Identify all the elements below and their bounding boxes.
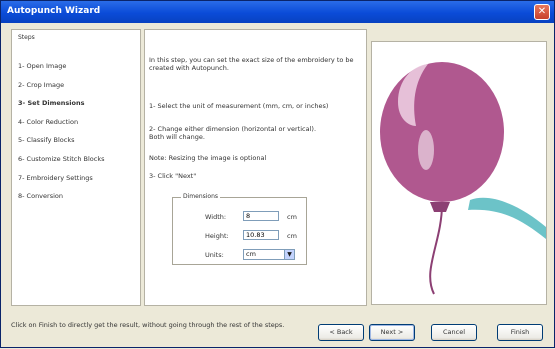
close-icon: ✕ xyxy=(537,6,547,17)
units-label: Units: xyxy=(205,251,224,259)
width-input[interactable]: 8 xyxy=(243,211,279,221)
chevron-down-icon[interactable]: ▼ xyxy=(284,250,294,259)
wizard-window: Autopunch Wizard ✕ Steps 1- Open Image 2… xyxy=(0,0,555,348)
step-item-open-image: 1- Open Image xyxy=(18,62,67,70)
intro-text: In this step, you can set the exact size… xyxy=(149,56,354,72)
footer-hint: Click on Finish to directly get the resu… xyxy=(11,321,285,329)
next-button[interactable]: Next > xyxy=(369,324,415,341)
step-item-embroidery-settings: 7- Embroidery Settings xyxy=(18,173,93,182)
instruction-step-2: 2- Change either dimension (horizontal o… xyxy=(149,125,317,141)
note-text: Note: Resizing the image is optional xyxy=(149,154,267,162)
finish-button[interactable]: Finish xyxy=(497,324,543,341)
step-item-customize-stitch-blocks: 6- Customize Stitch Blocks xyxy=(18,154,105,163)
step-item-color-reduction: 4- Color Reduction xyxy=(18,117,79,126)
steps-panel: Steps 1- Open Image 2- Crop Image 3- Set… xyxy=(11,29,141,306)
units-select[interactable]: cm ▼ xyxy=(243,249,295,260)
footer: Click on Finish to directly get the resu… xyxy=(1,314,554,349)
window-title: Autopunch Wizard xyxy=(7,6,101,16)
height-input[interactable]: 10.83 xyxy=(243,230,279,240)
back-button[interactable]: < Back xyxy=(318,324,364,341)
step-item-classify-blocks: 5- Classify Blocks xyxy=(18,136,75,145)
dimensions-caption: Dimensions xyxy=(181,193,221,200)
step-item-crop-image: 2- Crop Image xyxy=(18,80,65,89)
width-label: Width: xyxy=(205,213,227,221)
height-unit: cm xyxy=(287,232,297,240)
width-unit: cm xyxy=(287,213,297,221)
cancel-button[interactable]: Cancel xyxy=(431,324,477,341)
step-item-set-dimensions: 3- Set Dimensions xyxy=(18,99,85,108)
height-label: Height: xyxy=(205,232,229,240)
title-bar[interactable]: Autopunch Wizard ✕ xyxy=(1,1,554,23)
instruction-step-1: 1- Select the unit of measurement (mm, c… xyxy=(149,102,329,110)
steps-caption: Steps xyxy=(18,34,35,41)
step-item-conversion: 8- Conversion xyxy=(18,192,63,201)
image-preview xyxy=(371,41,547,305)
instruction-step-3: 3- Click "Next" xyxy=(149,172,197,180)
steps-list: 1- Open Image 2- Crop Image 3- Set Dimen… xyxy=(18,60,105,209)
units-selected-value: cm xyxy=(246,250,256,258)
close-button[interactable]: ✕ xyxy=(534,4,550,20)
balloon-image xyxy=(380,62,546,295)
